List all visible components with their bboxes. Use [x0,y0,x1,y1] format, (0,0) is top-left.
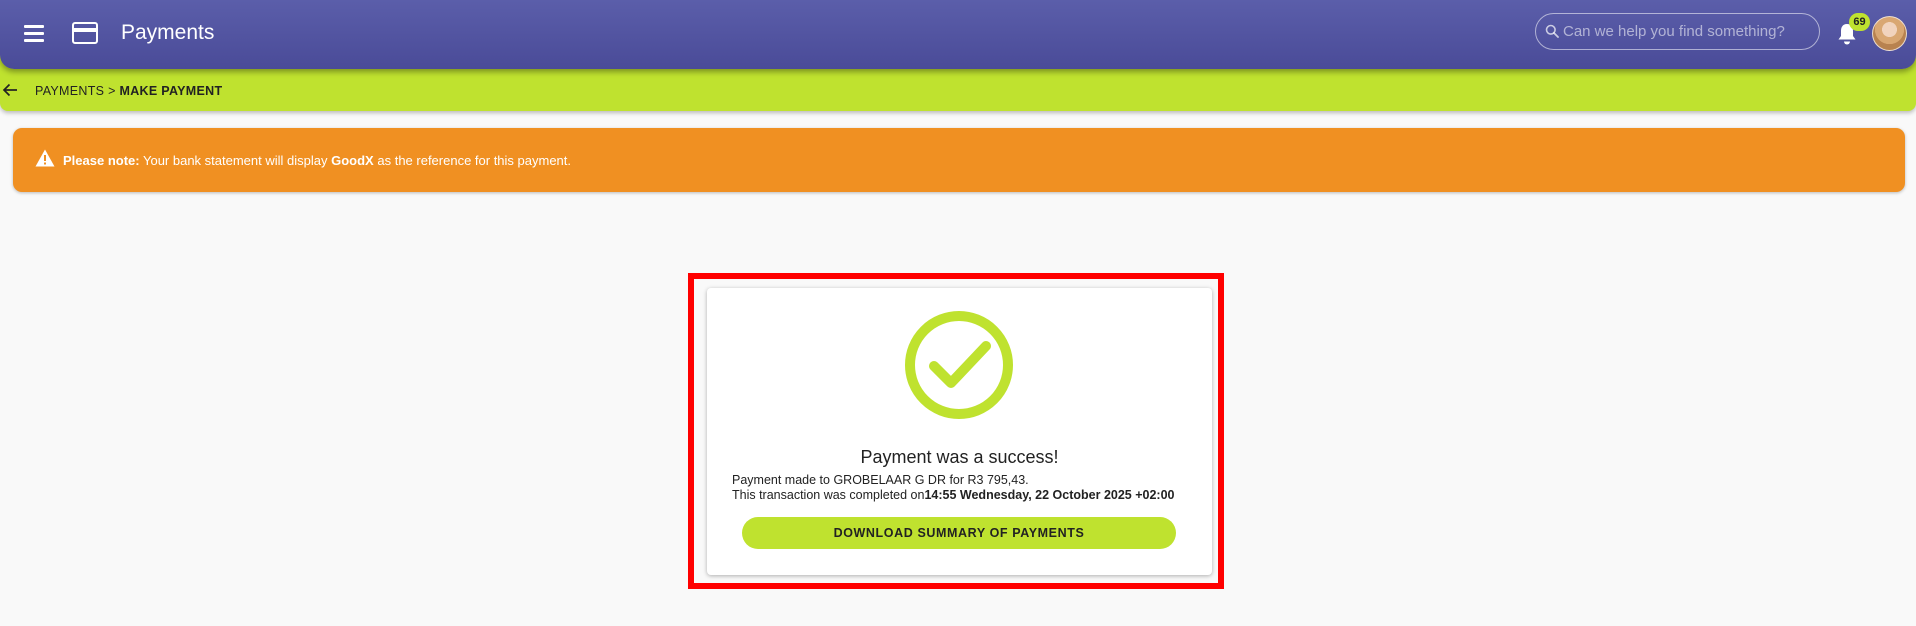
notice-banner: Please note: Your bank statement will di… [13,128,1905,192]
search-box[interactable] [1535,13,1820,50]
back-arrow-icon[interactable] [2,82,18,98]
notice-brand: GoodX [331,153,374,168]
completed-label: This transaction was completed on [732,488,925,502]
warning-icon [35,149,55,167]
transaction-completed: This transaction was completed on14:55 W… [732,488,1175,502]
breadcrumb: PAYMENTS > MAKE PAYMENT [35,84,222,98]
notice-text: Please note: Your bank statement will di… [63,153,571,168]
check-circle-icon [905,311,1013,419]
credit-card-icon [72,22,98,44]
search-input[interactable] [1563,14,1813,48]
success-title: Payment was a success! [860,447,1059,467]
top-app-bar: Payments 69 [0,0,1916,69]
breadcrumb-current: MAKE PAYMENT [119,84,223,98]
notice-label: Please note: [63,153,140,168]
search-icon [1545,24,1559,38]
payment-success-card: Payment was a success! Payment made to G… [707,288,1212,575]
payment-details: Payment made to GROBELAAR G DR for R3 79… [732,473,1029,487]
completed-timestamp: 14:55 Wednesday, 22 October 2025 +02:00 [924,488,1175,502]
page-title: Payments [121,21,215,44]
avatar[interactable] [1872,16,1907,51]
notice-text-after: as the reference for this payment. [377,153,572,168]
notice-text-before: Your bank statement will display [142,153,328,168]
download-summary-button[interactable]: DOWNLOAD SUMMARY OF PAYMENTS [742,517,1176,549]
menu-icon[interactable] [24,25,44,42]
breadcrumb-payments[interactable]: PAYMENTS [35,84,104,98]
breadcrumb-separator: > [108,84,116,98]
notification-badge: 69 [1849,13,1870,31]
